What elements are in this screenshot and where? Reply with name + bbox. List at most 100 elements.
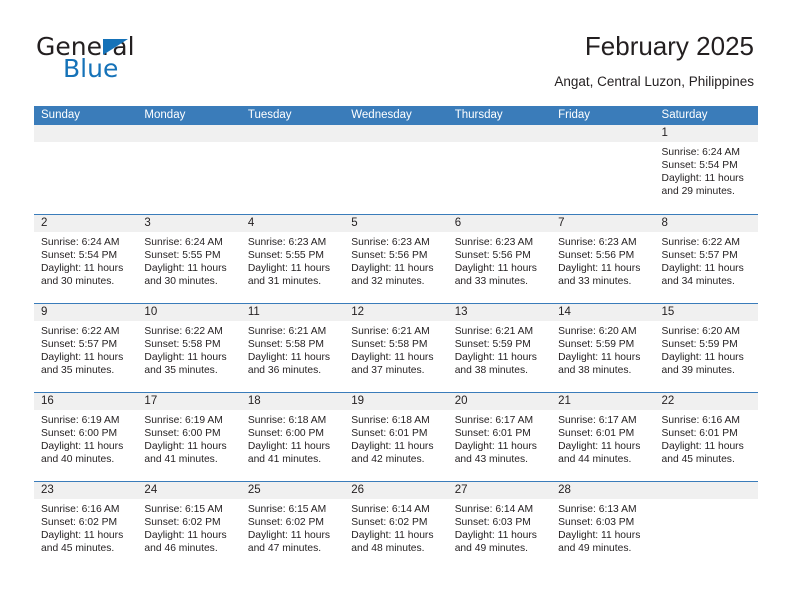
calendar-day-cell[interactable]: 18 Sunrise: 6:18 AM Sunset: 6:00 PM Dayligh… bbox=[240, 393, 345, 481]
day-number: 19 bbox=[344, 393, 448, 410]
calendar-cell-empty bbox=[344, 125, 448, 214]
calendar-day-cell[interactable]: 1 Sunrise: 6:24 AM Sunset: 5:54 PM Daylight… bbox=[654, 125, 758, 214]
sunset-text: Sunset: 6:01 PM bbox=[351, 428, 428, 440]
calendar-day-cell[interactable]: 26 Sunrise: 6:14 AM Sunset: 6:02 PM Dayligh… bbox=[344, 482, 448, 570]
day-details: Sunrise: 6:14 AM Sunset: 6:02 PM Daylight:… bbox=[344, 499, 447, 555]
calendar-day-cell[interactable]: 20 Sunrise: 6:17 AM Sunset: 6:01 PM Dayligh… bbox=[447, 393, 552, 481]
sunset-text: Sunset: 6:02 PM bbox=[41, 517, 118, 529]
day-details: Sunrise: 6:14 AM Sunset: 6:03 PM Daylight:… bbox=[448, 499, 551, 555]
calendar-day-cell[interactable]: 8 Sunrise: 6:22 AM Sunset: 5:57 PM Daylight… bbox=[654, 215, 758, 303]
calendar-cell-empty bbox=[654, 482, 758, 570]
calendar-day-cell[interactable]: 12 Sunrise: 6:21 AM Sunset: 5:58 PM Dayligh… bbox=[344, 304, 448, 392]
calendar-day-cell[interactable]: 11 Sunrise: 6:21 AM Sunset: 5:58 PM Dayligh… bbox=[240, 304, 345, 392]
daylight-text-line1: Daylight: 11 hours bbox=[558, 530, 641, 542]
sunset-text: Sunset: 5:55 PM bbox=[247, 250, 324, 262]
day-number: 3 bbox=[137, 215, 241, 232]
daylight-text-line1: Daylight: 11 hours bbox=[41, 530, 124, 542]
daylight-text-line2: and 37 minutes. bbox=[351, 365, 425, 377]
day-details: Sunrise: 6:24 AM Sunset: 5:54 PM Daylight:… bbox=[655, 142, 758, 198]
day-details: Sunrise: 6:23 AM Sunset: 5:55 PM Daylight:… bbox=[241, 232, 344, 288]
calendar-day-cell[interactable]: 6 Sunrise: 6:23 AM Sunset: 5:56 PM Daylight… bbox=[447, 215, 552, 303]
calendar-day-cell[interactable]: 3 Sunrise: 6:24 AM Sunset: 5:55 PM Daylight… bbox=[137, 215, 241, 303]
daylight-text-line2: and 42 minutes. bbox=[351, 454, 425, 466]
calendar-day-cell[interactable]: 13 Sunrise: 6:21 AM Sunset: 5:59 PM Dayligh… bbox=[447, 304, 552, 392]
day-number bbox=[34, 125, 138, 142]
calendar-day-cell[interactable]: 25 Sunrise: 6:15 AM Sunset: 6:02 PM Dayligh… bbox=[240, 482, 345, 570]
general-blue-logo[interactable]: General Blue bbox=[36, 34, 276, 92]
sunrise-text: Sunrise: 6:18 AM bbox=[351, 415, 430, 426]
calendar-cell-empty bbox=[551, 125, 655, 214]
calendar-day-cell[interactable]: 15 Sunrise: 6:20 AM Sunset: 5:59 PM Dayligh… bbox=[654, 304, 758, 392]
daylight-text-line1: Daylight: 11 hours bbox=[558, 441, 641, 453]
daylight-text-line1: Daylight: 11 hours bbox=[661, 263, 744, 275]
daylight-text-line2: and 41 minutes. bbox=[247, 454, 322, 466]
daylight-text-line2: and 49 minutes. bbox=[558, 543, 632, 555]
daylight-text-line2: and 35 minutes. bbox=[41, 365, 115, 377]
day-number: 10 bbox=[137, 304, 241, 321]
calendar-day-cell[interactable]: 10 Sunrise: 6:22 AM Sunset: 5:58 PM Dayligh… bbox=[137, 304, 241, 392]
day-number bbox=[240, 125, 345, 142]
sunrise-text: Sunrise: 6:20 AM bbox=[558, 326, 637, 337]
daylight-text-line1: Daylight: 11 hours bbox=[41, 441, 124, 453]
sunset-text: Sunset: 6:00 PM bbox=[247, 428, 324, 440]
weekday-header-sunday: Sunday bbox=[41, 109, 81, 121]
calendar-day-cell[interactable]: 24 Sunrise: 6:15 AM Sunset: 6:02 PM Dayligh… bbox=[137, 482, 241, 570]
calendar-day-cell[interactable]: 28 Sunrise: 6:13 AM Sunset: 6:03 PM Dayligh… bbox=[551, 482, 655, 570]
calendar-day-cell[interactable]: 16 Sunrise: 6:19 AM Sunset: 6:00 PM Dayligh… bbox=[34, 393, 138, 481]
calendar-day-cell[interactable]: 21 Sunrise: 6:17 AM Sunset: 6:01 PM Dayligh… bbox=[551, 393, 655, 481]
sunrise-text: Sunrise: 6:19 AM bbox=[41, 415, 120, 426]
weekday-header-friday: Friday bbox=[558, 109, 591, 121]
day-number: 24 bbox=[137, 482, 241, 499]
daylight-text-line1: Daylight: 11 hours bbox=[661, 173, 744, 185]
day-number: 18 bbox=[240, 393, 345, 410]
calendar-day-cell[interactable]: 22 Sunrise: 6:16 AM Sunset: 6:01 PM Dayligh… bbox=[654, 393, 758, 481]
sunset-text: Sunset: 5:56 PM bbox=[351, 250, 428, 262]
day-details: Sunrise: 6:20 AM Sunset: 5:59 PM Daylight:… bbox=[655, 321, 758, 377]
calendar-day-cell[interactable]: 23 Sunrise: 6:16 AM Sunset: 6:02 PM Dayligh… bbox=[34, 482, 138, 570]
daylight-text-line1: Daylight: 11 hours bbox=[144, 352, 227, 364]
calendar-day-cell[interactable]: 9 Sunrise: 6:22 AM Sunset: 5:57 PM Daylight… bbox=[34, 304, 138, 392]
daylight-text-line2: and 45 minutes. bbox=[661, 454, 735, 466]
calendar-week-row: 1 Sunrise: 6:24 AM Sunset: 5:54 PM Daylight… bbox=[34, 125, 758, 214]
calendar-day-cell[interactable]: 2 Sunrise: 6:24 AM Sunset: 5:54 PM Daylight… bbox=[34, 215, 138, 303]
day-details: Sunrise: 6:21 AM Sunset: 5:58 PM Daylight:… bbox=[344, 321, 447, 377]
sunrise-text: Sunrise: 6:19 AM bbox=[144, 415, 223, 426]
calendar-cell-empty bbox=[137, 125, 241, 214]
daylight-text-line1: Daylight: 11 hours bbox=[454, 530, 537, 542]
daylight-text-line2: and 34 minutes. bbox=[661, 276, 735, 288]
day-number bbox=[654, 482, 758, 499]
daylight-text-line1: Daylight: 11 hours bbox=[247, 530, 331, 542]
day-details: Sunrise: 6:23 AM Sunset: 5:56 PM Daylight:… bbox=[448, 232, 551, 288]
sunset-text: Sunset: 6:01 PM bbox=[454, 428, 531, 440]
daylight-text-line2: and 40 minutes. bbox=[41, 454, 115, 466]
daylight-text-line2: and 33 minutes. bbox=[454, 276, 528, 288]
calendar-day-cell[interactable]: 5 Sunrise: 6:23 AM Sunset: 5:56 PM Daylight… bbox=[344, 215, 448, 303]
weekday-header-row: Sunday Monday Tuesday Wednesday Thursday… bbox=[34, 106, 758, 125]
day-number bbox=[344, 125, 448, 142]
sunset-text: Sunset: 5:59 PM bbox=[661, 339, 738, 351]
sunset-text: Sunset: 6:01 PM bbox=[558, 428, 635, 440]
calendar-day-cell[interactable]: 14 Sunrise: 6:20 AM Sunset: 5:59 PM Dayligh… bbox=[551, 304, 655, 392]
daylight-text-line2: and 29 minutes. bbox=[661, 186, 735, 198]
calendar-day-cell[interactable]: 27 Sunrise: 6:14 AM Sunset: 6:03 PM Dayligh… bbox=[447, 482, 552, 570]
day-number bbox=[447, 125, 552, 142]
calendar-day-cell[interactable]: 19 Sunrise: 6:18 AM Sunset: 6:01 PM Dayligh… bbox=[344, 393, 448, 481]
day-details: Sunrise: 6:17 AM Sunset: 6:01 PM Daylight:… bbox=[551, 410, 654, 466]
sunrise-text: Sunrise: 6:22 AM bbox=[41, 326, 120, 337]
daylight-text-line1: Daylight: 11 hours bbox=[454, 263, 537, 275]
sunset-text: Sunset: 6:01 PM bbox=[661, 428, 738, 440]
calendar-day-cell[interactable]: 17 Sunrise: 6:19 AM Sunset: 6:00 PM Dayligh… bbox=[137, 393, 241, 481]
sunset-text: Sunset: 6:03 PM bbox=[558, 517, 635, 529]
calendar-day-cell[interactable]: 7 Sunrise: 6:23 AM Sunset: 5:56 PM Daylight… bbox=[551, 215, 655, 303]
daylight-text-line1: Daylight: 11 hours bbox=[558, 263, 641, 275]
sunset-text: Sunset: 5:57 PM bbox=[661, 250, 738, 262]
sunset-text: Sunset: 5:58 PM bbox=[144, 339, 221, 351]
day-details: Sunrise: 6:16 AM Sunset: 6:02 PM Daylight:… bbox=[34, 499, 137, 555]
daylight-text-line1: Daylight: 11 hours bbox=[247, 263, 331, 275]
daylight-text-line2: and 45 minutes. bbox=[41, 543, 115, 555]
sunset-text: Sunset: 6:02 PM bbox=[144, 517, 221, 529]
daylight-text-line2: and 31 minutes. bbox=[247, 276, 322, 288]
calendar-day-cell[interactable]: 4 Sunrise: 6:23 AM Sunset: 5:55 PM Daylight… bbox=[240, 215, 345, 303]
weekday-header-wednesday: Wednesday bbox=[351, 109, 412, 121]
sunrise-text: Sunrise: 6:21 AM bbox=[247, 326, 327, 337]
